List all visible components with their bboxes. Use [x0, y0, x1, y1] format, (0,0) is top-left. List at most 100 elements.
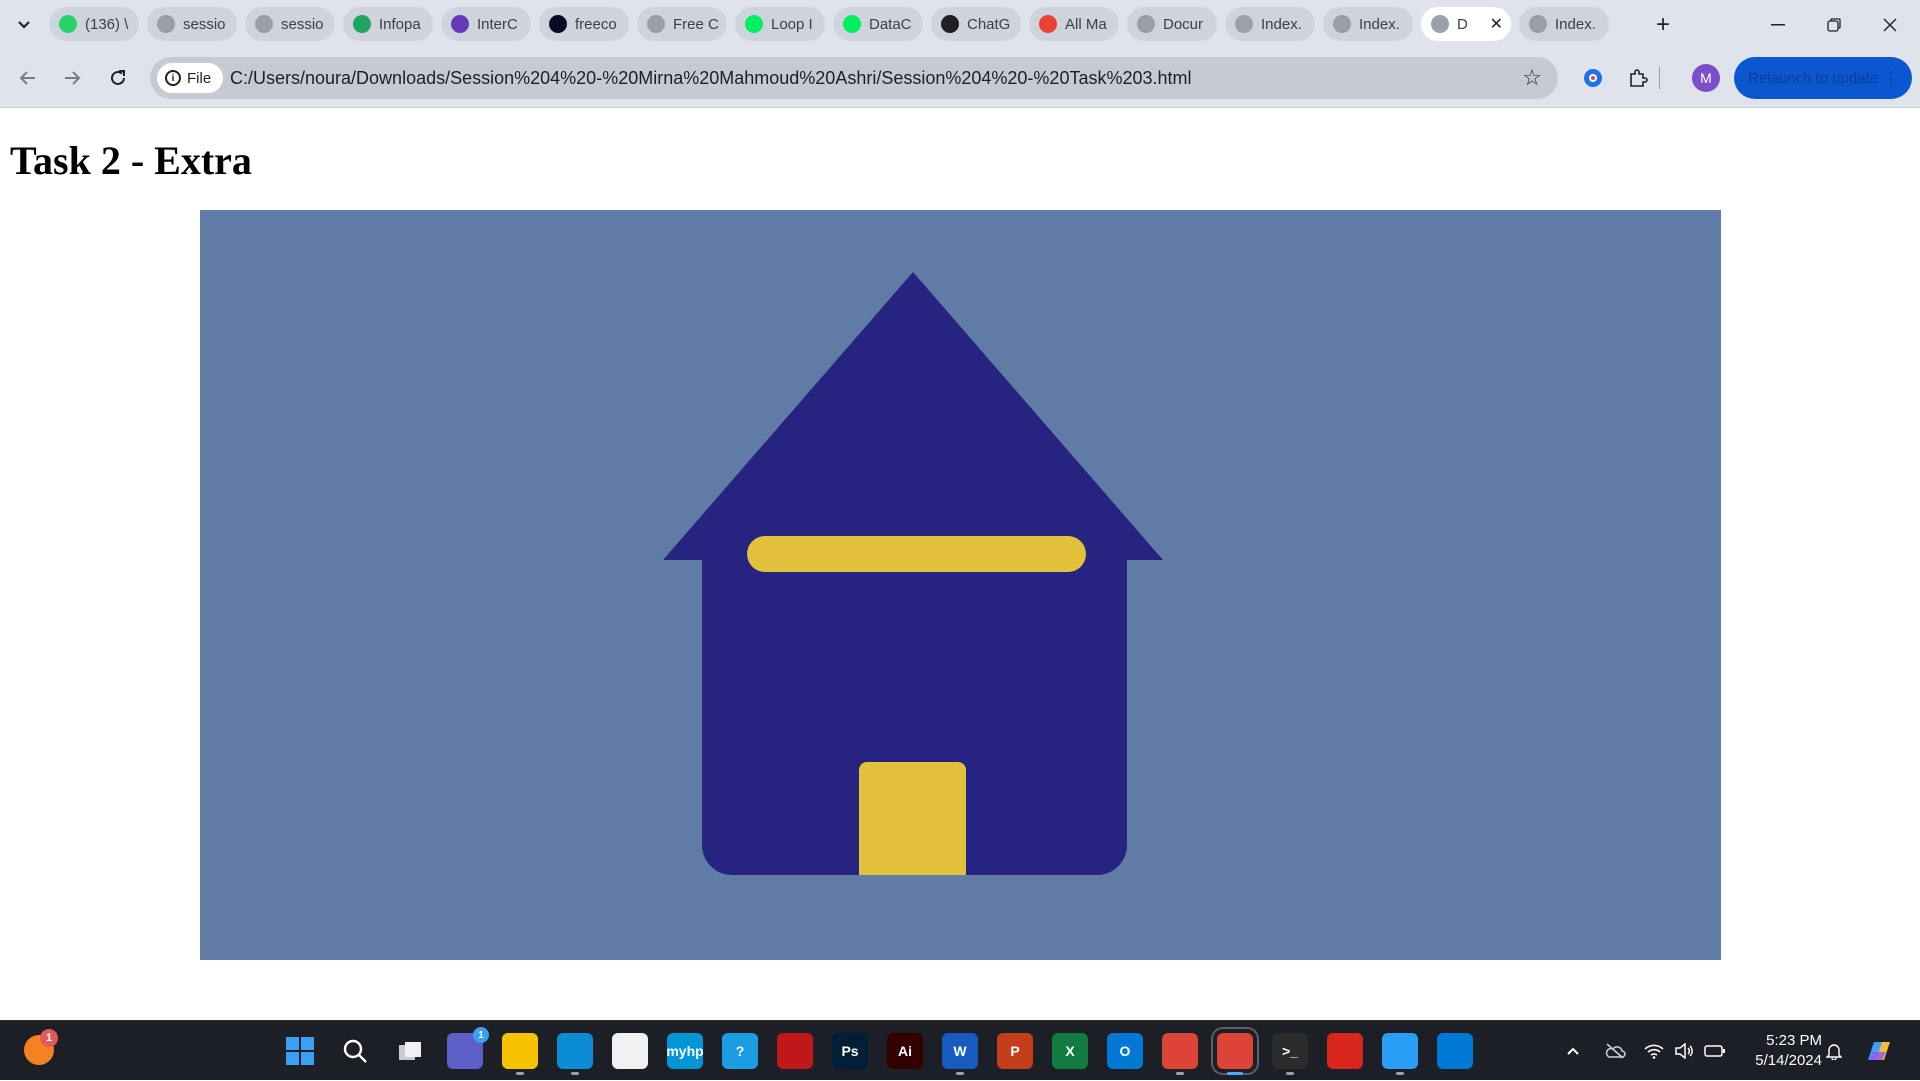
reload-button[interactable] [102, 62, 134, 94]
store-button[interactable] [612, 1033, 648, 1069]
clock-time: 5:23 PM [1766, 1032, 1822, 1049]
help-button[interactable]: ? [722, 1033, 758, 1069]
copilot-icon[interactable] [1864, 1021, 1894, 1081]
restore-icon [1827, 17, 1841, 32]
taskbar-app-label: P [1010, 1043, 1020, 1059]
powerpoint-button[interactable]: P [997, 1033, 1033, 1069]
show-hidden-icons-button[interactable] [1566, 1021, 1580, 1081]
volume-icon[interactable] [1674, 1021, 1694, 1081]
close-tab-icon[interactable]: ✕ [1490, 14, 1503, 34]
browser-tab[interactable]: ChatG [931, 7, 1021, 41]
excel-button[interactable]: X [1052, 1033, 1088, 1069]
taskbar-app-label: O [1119, 1043, 1131, 1059]
browser-tab[interactable]: Docur [1127, 7, 1217, 41]
info-icon: i [165, 70, 181, 86]
browser-tab[interactable]: freeco [539, 7, 629, 41]
edge-button[interactable] [557, 1033, 593, 1069]
more-menu-icon[interactable]: ⋮ [1882, 57, 1900, 99]
browser-tab[interactable]: All Ma [1029, 7, 1119, 41]
profile-avatar[interactable]: M [1692, 64, 1720, 92]
tab-title: DataC [869, 15, 912, 33]
vscode-button[interactable] [1437, 1033, 1473, 1069]
browser-tab[interactable]: sessio [147, 7, 237, 41]
file-explorer-button[interactable] [502, 1033, 538, 1069]
browser-tab[interactable]: (136) \ [49, 7, 139, 41]
browser-tab[interactable]: sessio [245, 7, 335, 41]
system-clock[interactable]: 5:23 PM 5/14/2024 [1738, 1031, 1822, 1071]
terminal-button[interactable]: >_ [1272, 1033, 1308, 1069]
close-window-button[interactable] [1862, 0, 1918, 49]
house-window-bar [747, 536, 1086, 572]
wifi-icon[interactable] [1644, 1021, 1664, 1081]
start-button[interactable] [282, 1033, 318, 1069]
new-tab-button[interactable]: + [1648, 10, 1678, 40]
taskbar-app-label: W [953, 1043, 967, 1059]
running-indicator [1286, 1072, 1294, 1075]
globe-icon [157, 15, 175, 33]
onedrive-icon[interactable] [1604, 1021, 1626, 1081]
browser-tab[interactable]: Loop I [735, 7, 825, 41]
tab-title: All Ma [1065, 15, 1107, 33]
browser-tab[interactable]: InterC [441, 7, 531, 41]
chrome-profile-button[interactable] [1211, 1027, 1259, 1075]
tab-title: (136) \ [85, 15, 129, 33]
extensions-icon[interactable] [1623, 63, 1653, 93]
browser-tab[interactable]: Index. [1225, 7, 1315, 41]
notification-badge: 1 [40, 1029, 58, 1047]
minimize-icon [1771, 23, 1785, 25]
restore-button[interactable] [1806, 0, 1862, 49]
url-text[interactable]: C:/Users/noura/Downloads/Session%204%20-… [230, 57, 1192, 99]
bookmark-star-icon[interactable]: ☆ [1522, 57, 1542, 99]
globe-icon [1529, 15, 1547, 33]
house-canvas [200, 210, 1721, 960]
house-door [859, 762, 966, 875]
taskbar-app-label: ? [735, 1043, 745, 1059]
battery-icon[interactable] [1704, 1021, 1726, 1081]
browser-tab[interactable]: Infopa [343, 7, 433, 41]
search-button[interactable] [337, 1033, 373, 1069]
acrobat-button[interactable] [1327, 1033, 1363, 1069]
page-content: Task 2 - Extra [0, 109, 1920, 1020]
photos-button[interactable] [1382, 1033, 1418, 1069]
browser-tab[interactable]: Free C [637, 7, 727, 41]
taskbar-app-label: myhp [666, 1043, 704, 1059]
browser-tab[interactable]: D ✕ [1421, 7, 1511, 41]
google-lens-icon[interactable] [1578, 63, 1608, 93]
tab-search-button[interactable] [10, 12, 38, 38]
illustrator-button[interactable]: Ai [887, 1033, 923, 1069]
forward-button[interactable] [56, 62, 88, 94]
chrome-button[interactable] [1162, 1033, 1198, 1069]
toolbar-divider [1656, 63, 1662, 93]
globe-icon [1137, 15, 1155, 33]
back-button[interactable] [12, 62, 44, 94]
task-view-button[interactable] [392, 1033, 428, 1069]
browser-tab[interactable]: DataC [833, 7, 923, 41]
taskbar-app-label: Ai [898, 1043, 912, 1059]
search-icon [343, 1039, 367, 1063]
browser-tab[interactable]: Index. [1519, 7, 1609, 41]
running-indicator [956, 1072, 964, 1075]
house-roof [663, 272, 1163, 560]
minimize-button[interactable] [1750, 0, 1806, 49]
notification-bell-icon[interactable] [1826, 1021, 1842, 1081]
whatsapp-icon [59, 15, 77, 33]
windows-logo-icon [286, 1037, 314, 1065]
teams-button[interactable]: 1 [447, 1027, 489, 1069]
chevron-down-icon [18, 21, 30, 29]
mcafee-button[interactable] [777, 1033, 813, 1069]
tab-title: sessio [183, 15, 226, 33]
browser-tab[interactable]: Index. [1323, 7, 1413, 41]
taskbar-app-label: >_ [1282, 1043, 1298, 1059]
photoshop-button[interactable]: Ps [832, 1033, 868, 1069]
relaunch-to-update-button[interactable]: Relaunch to update ⋮ [1734, 57, 1912, 99]
weather-widget-icon[interactable]: 1 [24, 1029, 58, 1065]
word-button[interactable]: W [942, 1033, 978, 1069]
tab-title: Free C [673, 15, 719, 33]
close-icon [1883, 18, 1897, 31]
globe-icon [1333, 15, 1351, 33]
address-bar[interactable]: i File C:/Users/noura/Downloads/Session%… [150, 57, 1558, 99]
site-info-chip[interactable]: i File [157, 63, 224, 93]
myhp-button[interactable]: myhp [666, 1033, 704, 1069]
gmail-icon [1039, 15, 1057, 33]
outlook-button[interactable]: O [1107, 1033, 1143, 1069]
